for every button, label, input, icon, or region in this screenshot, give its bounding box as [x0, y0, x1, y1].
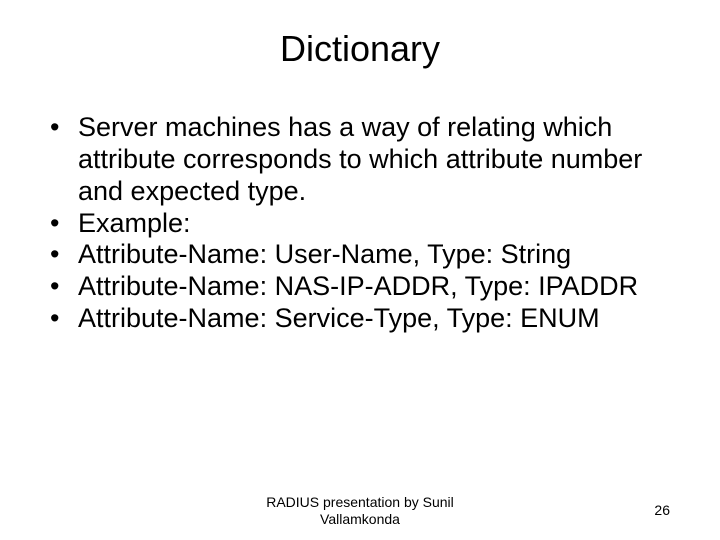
footer-text: RADIUS presentation by SunilVallamkonda — [266, 494, 454, 528]
slide-content: Server machines has a way of relating wh… — [50, 112, 670, 540]
bullet-item: Example: — [50, 208, 670, 240]
bullet-list: Server machines has a way of relating wh… — [50, 112, 670, 335]
slide-footer: RADIUS presentation by SunilVallamkonda — [0, 494, 720, 528]
bullet-item: Server machines has a way of relating wh… — [50, 112, 670, 208]
page-number: 26 — [654, 502, 670, 518]
slide-title: Dictionary — [50, 28, 670, 70]
bullet-item: Attribute-Name: Service-Type, Type: ENUM — [50, 303, 670, 335]
bullet-item: Attribute-Name: User-Name, Type: String — [50, 239, 670, 271]
bullet-item: Attribute-Name: NAS-IP-ADDR, Type: IPADD… — [50, 271, 670, 303]
slide-container: Dictionary Server machines has a way of … — [0, 0, 720, 540]
